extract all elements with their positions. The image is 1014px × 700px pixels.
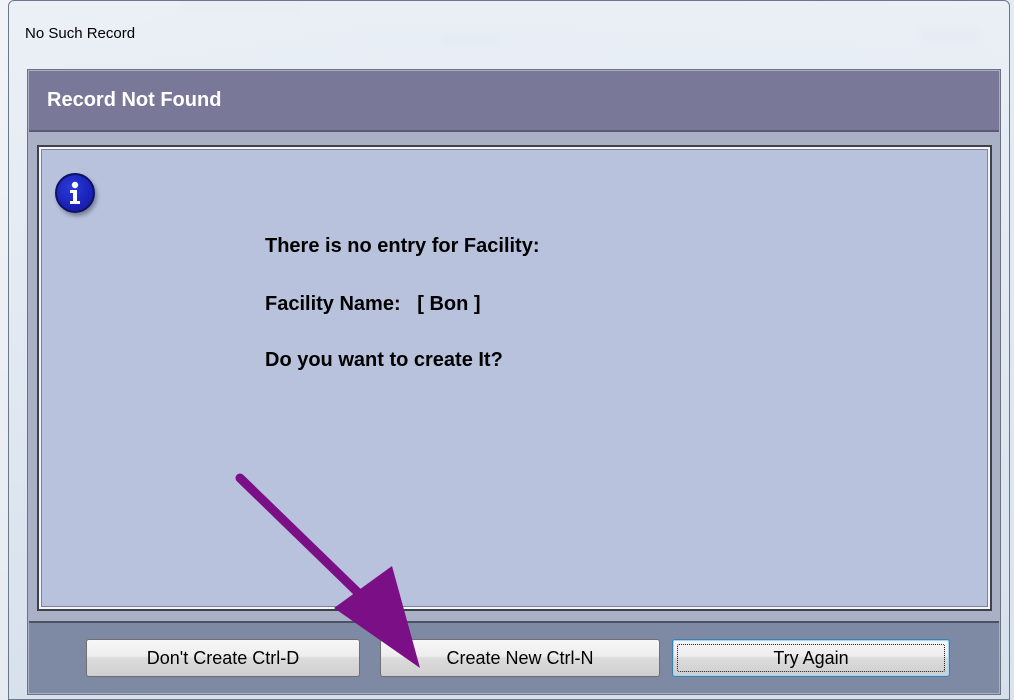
dialog-header-title: Record Not Found <box>47 89 222 111</box>
message-line-facility-name: Facility Name: [ Bon ] <box>265 293 481 315</box>
info-icon <box>55 173 95 213</box>
dont-create-button[interactable]: Don't Create Ctrl-D <box>86 639 360 677</box>
button-bar: Don't Create Ctrl-D Create New Ctrl-N Tr… <box>29 621 999 693</box>
dont-create-button-label: Don't Create Ctrl-D <box>146 648 300 668</box>
message-line-create-prompt: Do you want to create It? <box>265 349 503 371</box>
window-title: No Such Record <box>25 25 136 42</box>
message-line-no-entry: There is no entry for Facility: <box>265 235 540 257</box>
message-panel: There is no entry for Facility: Facility… <box>37 145 992 611</box>
try-again-button-label: Try Again <box>773 648 849 668</box>
dialog-client-area: Record Not Found There is no entry for F… <box>27 69 1001 695</box>
window-titlebar[interactable]: No Such Record <box>9 1 1009 61</box>
create-new-button[interactable]: Create New Ctrl-N <box>380 639 660 677</box>
try-again-button[interactable]: Try Again <box>672 639 950 677</box>
dialog-window: No Such Record Record Not Found There is… <box>8 0 1010 700</box>
create-new-button-label: Create New Ctrl-N <box>446 648 594 668</box>
dialog-header: Record Not Found <box>29 71 999 132</box>
